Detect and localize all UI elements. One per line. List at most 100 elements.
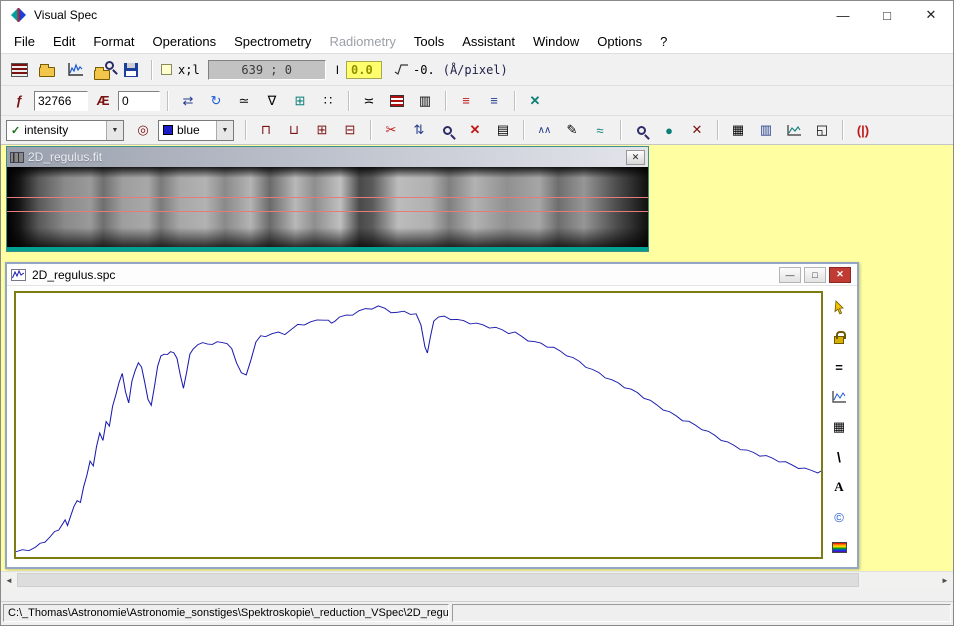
crop-zone-button[interactable]: ✂ bbox=[378, 118, 404, 142]
tilt-button[interactable]: ≃ bbox=[231, 89, 257, 113]
spectrum-curve bbox=[16, 306, 821, 552]
rainbow-tool[interactable] bbox=[828, 537, 850, 557]
flux-max-icon[interactable]: ƒ bbox=[6, 89, 32, 113]
spc-content: = ▦ \ A © bbox=[7, 286, 857, 567]
display-profile-button[interactable] bbox=[62, 58, 88, 82]
gaussian-fit-button[interactable]: ∧∧ bbox=[531, 118, 557, 142]
save-button[interactable] bbox=[118, 58, 144, 82]
grid-tool[interactable]: ▦ bbox=[828, 417, 850, 437]
separator bbox=[445, 91, 446, 111]
bin-button[interactable]: ⊟ bbox=[337, 118, 363, 142]
mini-chart-button[interactable] bbox=[781, 118, 807, 142]
undersample-button[interactable]: ⊓ bbox=[253, 118, 279, 142]
spc-minimize-button[interactable]: — bbox=[779, 267, 801, 283]
binning-zone[interactable] bbox=[7, 197, 648, 211]
equals-tool[interactable]: = bbox=[828, 357, 850, 377]
chart-tool[interactable] bbox=[828, 387, 850, 407]
double-lines-button[interactable]: ≡ bbox=[481, 89, 507, 113]
rotate-button[interactable]: ↻ bbox=[203, 89, 229, 113]
open-file-button[interactable] bbox=[34, 58, 60, 82]
lock-tool[interactable] bbox=[828, 327, 850, 347]
stripes-button[interactable]: ≡ bbox=[453, 89, 479, 113]
chevron-down-icon[interactable]: ▼ bbox=[216, 121, 233, 140]
delete-button[interactable]: ✕ bbox=[462, 118, 488, 142]
dot-grid-button[interactable]: ∷ bbox=[315, 89, 341, 113]
columns-button[interactable]: ▥ bbox=[412, 89, 438, 113]
color-selector[interactable]: blue ▼ bbox=[158, 120, 234, 141]
flux-min-icon[interactable]: Æ bbox=[90, 89, 116, 113]
min-intensity-field[interactable] bbox=[118, 91, 160, 111]
spc-window: 2D_regulus.spc — □ ✕ bbox=[5, 262, 859, 569]
mini-chart-icon bbox=[787, 124, 802, 137]
align-button[interactable]: ≍ bbox=[356, 89, 382, 113]
pointer-icon bbox=[832, 300, 846, 315]
separator bbox=[717, 120, 718, 140]
spc-titlebar[interactable]: 2D_regulus.spc — □ ✕ bbox=[7, 264, 857, 286]
series-selector[interactable]: ✓ intensity ▼ bbox=[6, 120, 124, 141]
chevron-down-icon[interactable]: ▼ bbox=[106, 121, 123, 140]
series-properties-button[interactable]: ◎ bbox=[130, 118, 156, 142]
resample-button[interactable]: ⊞ bbox=[309, 118, 335, 142]
coords-checkbox[interactable] bbox=[161, 64, 172, 75]
maximize-button[interactable]: □ bbox=[865, 1, 909, 29]
separator bbox=[151, 60, 152, 80]
menu-file[interactable]: File bbox=[5, 31, 44, 52]
mirror-button[interactable]: ⇄ bbox=[175, 89, 201, 113]
menu-help[interactable]: ? bbox=[651, 31, 676, 52]
coordinate-display: 639 ; 0 bbox=[208, 60, 326, 80]
colored-profile-button[interactable]: (|) bbox=[850, 118, 876, 142]
max-intensity-field[interactable] bbox=[34, 91, 88, 111]
crop-button[interactable]: ◱ bbox=[809, 118, 835, 142]
scroll-left-arrow[interactable]: ◄ bbox=[1, 572, 17, 587]
cross-button[interactable]: ✕ bbox=[684, 118, 710, 142]
menu-window[interactable]: Window bbox=[524, 31, 588, 52]
close-button[interactable]: ✕ bbox=[909, 1, 953, 29]
add-frame-button[interactable]: ⊞ bbox=[287, 89, 313, 113]
menu-options[interactable]: Options bbox=[588, 31, 651, 52]
registration-button[interactable] bbox=[384, 89, 410, 113]
fit-titlebar[interactable]: 2D_regulus.fit ✕ bbox=[7, 147, 648, 167]
zoom-detail-button[interactable] bbox=[628, 118, 654, 142]
sky-gradient-button[interactable]: ∇ bbox=[259, 89, 285, 113]
line-tool[interactable]: \ bbox=[828, 447, 850, 467]
pointer-tool[interactable] bbox=[828, 297, 850, 317]
oversample-button[interactable]: ⊔ bbox=[281, 118, 307, 142]
fit-window-title: 2D_regulus.fit bbox=[28, 150, 102, 164]
menu-operations[interactable]: Operations bbox=[144, 31, 226, 52]
color-swatch bbox=[163, 125, 173, 135]
fit-image[interactable] bbox=[7, 167, 648, 251]
pencil-button[interactable]: ✎ bbox=[559, 118, 585, 142]
heliocentric-button[interactable]: ▥ bbox=[753, 118, 779, 142]
text-tool[interactable]: A bbox=[828, 477, 850, 497]
minimize-button[interactable]: — bbox=[821, 1, 865, 29]
remove-pixels-button[interactable]: ✕ bbox=[522, 89, 548, 113]
menu-spectrometry[interactable]: Spectrometry bbox=[225, 31, 320, 52]
coord-label: x;l bbox=[178, 63, 200, 77]
zoom-button[interactable] bbox=[434, 118, 460, 142]
fit-close-button[interactable]: ✕ bbox=[626, 150, 645, 165]
titlebar[interactable]: Visual Spec — □ ✕ bbox=[1, 1, 953, 29]
mdi-area: 2D_regulus.fit ✕ 2D_regulus.spc — □ ✕ bbox=[1, 145, 953, 587]
horizontal-scrollbar[interactable]: ◄ ► bbox=[1, 571, 953, 587]
smooth-button[interactable]: ≈ bbox=[587, 118, 613, 142]
spectrum-plot[interactable] bbox=[14, 291, 823, 559]
copyright-tool[interactable]: © bbox=[828, 507, 850, 527]
edit-button[interactable]: ▤ bbox=[490, 118, 516, 142]
spc-maximize-button[interactable]: □ bbox=[804, 267, 826, 283]
lock-icon bbox=[834, 336, 844, 344]
display-spectra-button[interactable] bbox=[6, 58, 32, 82]
table-button[interactable]: ▦ bbox=[725, 118, 751, 142]
window-controls: — □ ✕ bbox=[821, 1, 953, 29]
scrollbar-thumb[interactable] bbox=[17, 573, 859, 587]
plot-tool-column: = ▦ \ A © bbox=[825, 291, 853, 559]
shift-button[interactable]: ⇅ bbox=[406, 118, 432, 142]
menu-edit[interactable]: Edit bbox=[44, 31, 84, 52]
toolbar-intensity: ƒ Æ ⇄ ↻ ≃ ∇ ⊞ ∷ ≍ ▥ ≡ ≡ ✕ bbox=[1, 85, 953, 115]
scroll-right-arrow[interactable]: ► bbox=[937, 572, 953, 587]
menu-tools[interactable]: Tools bbox=[405, 31, 453, 52]
menu-format[interactable]: Format bbox=[84, 31, 143, 52]
menu-assistant[interactable]: Assistant bbox=[453, 31, 524, 52]
open-image-button[interactable] bbox=[90, 58, 116, 82]
droplet-button[interactable]: ● bbox=[656, 118, 682, 142]
spc-close-button[interactable]: ✕ bbox=[829, 267, 851, 283]
